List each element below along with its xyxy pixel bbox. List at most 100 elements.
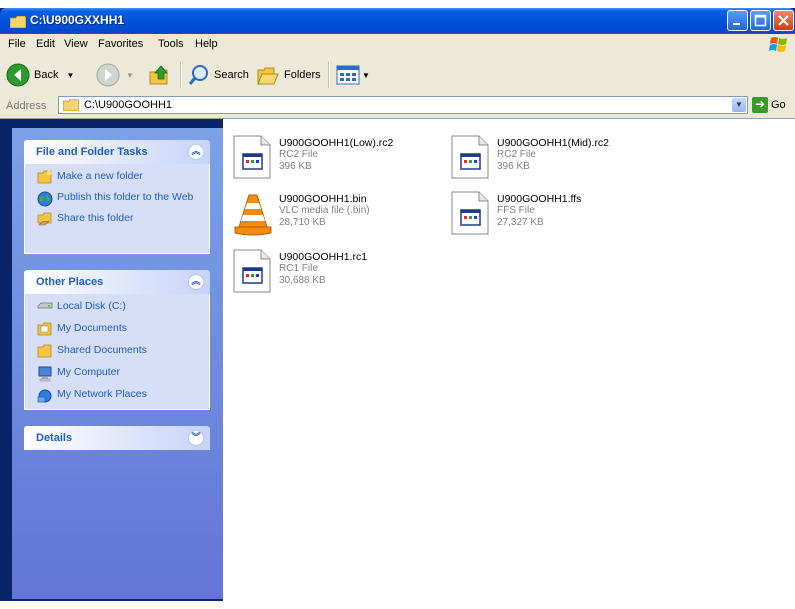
- share-folder-icon: [37, 212, 52, 226]
- menu-help[interactable]: Help: [195, 38, 218, 50]
- go-label: Go: [771, 99, 786, 111]
- back-button[interactable]: Back ▼: [6, 61, 74, 89]
- place-label: My Network Places: [57, 388, 147, 400]
- search-icon: [188, 65, 208, 85]
- computer-icon: [38, 366, 52, 382]
- folder-icon: [63, 99, 79, 111]
- file-item[interactable]: U900GOOHH1.bin VLC media file (.bin) 28,…: [233, 191, 448, 247]
- address-label: Address: [6, 100, 47, 112]
- panel-title: Details: [36, 432, 73, 444]
- details-panel: Details ︾: [24, 426, 210, 450]
- file-list-view: U900GOOHH1(Low).rc2 RC2 File 396 KB U900…: [223, 119, 795, 609]
- search-label: Search: [214, 69, 249, 81]
- file-item[interactable]: U900GOOHH1.ffs FFS File 27,327 KB: [451, 191, 666, 247]
- panel-header[interactable]: File and Folder Tasks ︽: [24, 140, 210, 164]
- file-name: U900GOOHH1.bin: [279, 193, 367, 205]
- title-bar[interactable]: C:\U900GXXHH1: [0, 8, 795, 34]
- menu-view[interactable]: View: [64, 38, 88, 50]
- place-my-documents[interactable]: My Documents: [25, 322, 209, 338]
- up-folder-button[interactable]: [148, 61, 170, 89]
- place-shared-documents[interactable]: Shared Documents: [25, 344, 209, 360]
- task-pane: File and Folder Tasks ︽ Make a new folde…: [12, 128, 223, 599]
- file-type: VLC media file (.bin): [279, 205, 370, 216]
- address-field[interactable]: C:\U900GOOHH1 ▼: [58, 96, 748, 114]
- task-publish-to-web[interactable]: Publish this folder to the Web: [25, 191, 209, 207]
- panel-title: Other Places: [36, 276, 104, 288]
- file-item[interactable]: U900GOOHH1(Low).rc2 RC2 File 396 KB: [233, 135, 448, 191]
- views-button[interactable]: ▼: [336, 61, 370, 89]
- place-label: My Computer: [57, 366, 121, 378]
- place-label: Shared Documents: [57, 344, 147, 356]
- minimize-icon: [733, 23, 740, 25]
- file-type: RC2 File: [497, 149, 536, 160]
- forward-dropdown-icon[interactable]: ▼: [126, 71, 134, 80]
- file-folder-tasks-panel: File and Folder Tasks ︽ Make a new folde…: [24, 140, 210, 254]
- address-dropdown-icon[interactable]: ▼: [732, 98, 746, 112]
- up-folder-icon: [149, 65, 168, 85]
- collapse-chevron-icon[interactable]: ︽: [188, 274, 204, 290]
- expand-chevron-icon[interactable]: ︾: [188, 430, 204, 446]
- file-type: FFS File: [497, 205, 535, 216]
- generic-file-icon: [451, 191, 489, 235]
- file-name: U900GOOHH1(Mid).rc2: [497, 137, 610, 149]
- generic-file-icon: [451, 135, 489, 179]
- menu-favorites[interactable]: Favorites: [98, 38, 143, 50]
- task-make-new-folder[interactable]: Make a new folder: [25, 170, 209, 186]
- folders-label: Folders: [284, 69, 321, 81]
- file-item[interactable]: U900GOOHH1.rc1 RC1 File 30,688 KB: [233, 249, 448, 305]
- file-name: U900GOOHH1(Low).rc2: [279, 137, 394, 149]
- toolbar-separator: [328, 62, 330, 88]
- folder-icon: [37, 344, 52, 358]
- search-button[interactable]: Search: [188, 61, 249, 89]
- views-dropdown-icon[interactable]: ▼: [362, 71, 370, 80]
- menu-file[interactable]: File: [8, 38, 26, 50]
- windows-logo-icon: [769, 37, 787, 52]
- top-strip: [0, 0, 795, 8]
- minimize-button[interactable]: [727, 10, 748, 31]
- maximize-button[interactable]: [750, 10, 771, 31]
- file-name: U900GOOHH1.rc1: [279, 251, 368, 263]
- task-share-folder[interactable]: Share this folder: [25, 212, 209, 228]
- panel-title: File and Folder Tasks: [36, 146, 148, 158]
- panel-header[interactable]: Other Places ︽: [24, 270, 210, 294]
- toolbar-separator: [180, 62, 182, 88]
- globe-icon: [37, 191, 53, 207]
- back-arrow-icon: [6, 63, 30, 87]
- panel-header[interactable]: Details ︾: [24, 426, 210, 450]
- close-icon: [778, 15, 789, 26]
- file-size: 28,710 KB: [279, 217, 326, 228]
- go-arrow-icon: ➜: [752, 97, 768, 113]
- explorer-window: C:\U900GXXHH1 File Edit View Favorites T…: [0, 8, 795, 609]
- back-dropdown-icon[interactable]: ▼: [66, 71, 74, 80]
- forward-arrow-icon: [96, 63, 120, 87]
- forward-button[interactable]: ▼: [96, 61, 134, 89]
- my-documents-icon: [37, 322, 52, 336]
- file-type: RC2 File: [279, 149, 318, 160]
- place-my-network-places[interactable]: My Network Places: [25, 388, 209, 404]
- file-name: U900GOOHH1.ffs: [497, 193, 582, 205]
- task-label: Make a new folder: [57, 170, 143, 182]
- close-button[interactable]: [773, 10, 794, 31]
- new-folder-icon: [37, 170, 52, 184]
- address-value: C:\U900GOOHH1: [84, 99, 173, 111]
- place-local-disk[interactable]: Local Disk (C:): [25, 300, 209, 316]
- address-bar: Address C:\U900GOOHH1 ▼ ➜ Go: [0, 94, 795, 119]
- file-size: 27,327 KB: [497, 217, 544, 228]
- file-size: 396 KB: [279, 161, 312, 172]
- file-item[interactable]: U900GOOHH1(Mid).rc2 RC2 File 396 KB: [451, 135, 666, 191]
- collapse-chevron-icon[interactable]: ︽: [188, 144, 204, 160]
- place-label: Local Disk (C:): [57, 300, 126, 312]
- drive-icon: [37, 302, 53, 309]
- place-my-computer[interactable]: My Computer: [25, 366, 209, 382]
- place-label: My Documents: [57, 322, 128, 334]
- file-size: 30,688 KB: [279, 275, 326, 286]
- views-icon: [336, 65, 360, 85]
- folders-icon: [257, 67, 279, 85]
- go-button[interactable]: ➜ Go: [752, 97, 786, 113]
- generic-file-icon: [233, 135, 271, 179]
- window-title: C:\U900GXXHH1: [30, 13, 125, 27]
- menu-tools[interactable]: Tools: [158, 38, 184, 50]
- menu-edit[interactable]: Edit: [36, 38, 55, 50]
- other-places-panel: Other Places ︽ Local Disk (C:) My Docume…: [24, 270, 210, 410]
- folders-button[interactable]: Folders: [256, 61, 321, 89]
